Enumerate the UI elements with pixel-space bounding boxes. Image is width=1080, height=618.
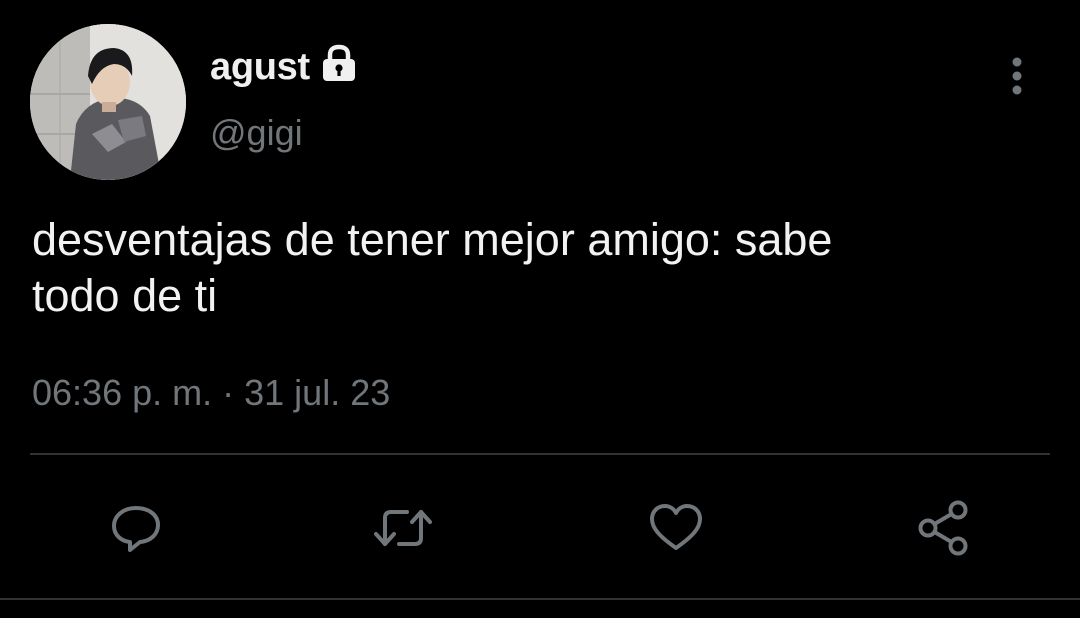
tweet-text-line-2: todo de ti [32,270,218,321]
divider [0,598,1080,600]
retweet-button[interactable] [373,498,433,558]
author-name-row: agust [210,44,358,90]
avatar[interactable] [30,24,186,180]
lock-icon [320,43,358,88]
share-icon [914,498,974,558]
author-handle[interactable]: @gigi [210,112,303,154]
tweet-timestamp[interactable]: 06:36 p. m. · 31 jul. 23 [32,372,390,414]
display-name[interactable]: agust [210,46,310,89]
reply-icon [108,500,164,556]
divider [30,453,1050,455]
reply-button[interactable] [106,498,166,558]
like-button[interactable] [646,498,706,558]
tweet-text: desventajas de tener mejor amigo: sabe to… [32,212,1042,324]
avatar-photo [30,24,186,180]
tweet-date: 31 jul. 23 [244,372,391,413]
more-vertical-icon[interactable] [1004,54,1030,98]
tweet-text-line-1: desventajas de tener mejor amigo: sabe [32,214,833,265]
share-button[interactable] [914,498,974,558]
timestamp-separator: · [222,372,235,413]
retweet-icon [371,500,435,556]
tweet-time: 06:36 p. m. [32,372,213,413]
heart-icon [647,500,705,556]
